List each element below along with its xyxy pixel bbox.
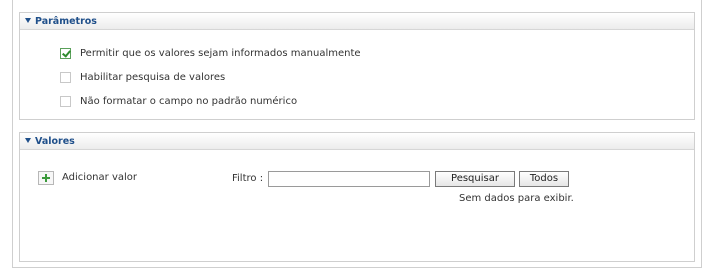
no-number-format-label: Não formatar o campo no padrão numérico [80, 96, 298, 107]
enable-search-checkbox[interactable] [60, 72, 71, 83]
manual-values-label: Permitir que os valores sejam informados… [80, 48, 361, 59]
enable-search-label: Habilitar pesquisa de valores [80, 72, 226, 83]
filter-label: Filtro : [232, 173, 264, 184]
empty-message: Sem dados para exibir. [459, 193, 574, 204]
parametros-header[interactable]: Parâmetros [20, 13, 694, 30]
no-number-format-checkbox[interactable] [60, 96, 71, 107]
plus-icon [42, 173, 50, 183]
all-button[interactable]: Todos [519, 171, 569, 187]
collapse-triangle-icon [25, 138, 31, 143]
collapse-triangle-icon [25, 18, 31, 23]
parametros-panel: Parâmetros Permitir que os valores sejam… [19, 12, 695, 120]
valores-title: Valores [35, 136, 75, 147]
search-button[interactable]: Pesquisar [435, 171, 515, 187]
manual-values-checkbox[interactable] [60, 48, 71, 59]
add-value-label[interactable]: Adicionar valor [62, 172, 137, 183]
valores-panel: Valores Adicionar valor Filtro : Pesquis… [19, 132, 695, 262]
filter-input[interactable] [268, 171, 430, 187]
parametros-title: Parâmetros [35, 16, 97, 27]
add-value-button[interactable] [38, 171, 54, 185]
valores-header[interactable]: Valores [20, 133, 694, 150]
